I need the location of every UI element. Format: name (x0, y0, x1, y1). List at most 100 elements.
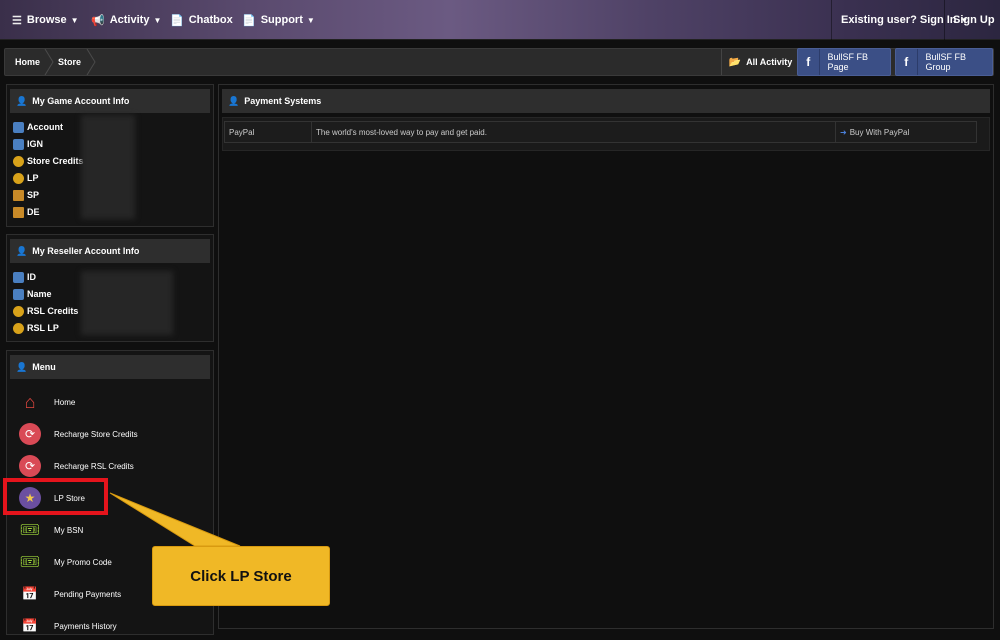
nav-divider (944, 0, 945, 40)
user-icon (13, 288, 24, 300)
browse-menu[interactable]: ☰ Browse ▼ (12, 0, 79, 40)
recharge-icon: ⟳ (19, 455, 41, 477)
coin-icon (13, 305, 24, 317)
breadcrumb-store[interactable]: Store (58, 49, 81, 75)
lp-row: LP (13, 170, 39, 186)
user-icon: 👤 (16, 361, 28, 372)
megaphone-icon: 📢 (91, 14, 105, 27)
coin-icon (13, 322, 24, 334)
payment-systems-title: Payment Systems (244, 96, 322, 106)
chatbox-label: Chatbox (188, 14, 233, 26)
reseller-account-panel: 👤 My Reseller Account Info ID Name RSL C… (6, 234, 214, 342)
calendar-icon: 📅 (21, 618, 39, 633)
id-row: ID (13, 269, 36, 285)
chatbox-link[interactable]: 📄 Chatbox (170, 0, 233, 40)
all-activity-button[interactable]: 📂 All Activity (721, 49, 799, 75)
panel-header: 👤 Menu (10, 355, 210, 379)
breadcrumb-separator-icon (44, 49, 54, 75)
buy-with-paypal-link[interactable]: ➜ Buy With PayPal (835, 122, 976, 142)
panel-header: 👤 My Reseller Account Info (10, 239, 210, 263)
breadcrumb-separator-icon (86, 49, 96, 75)
breadcrumb-home[interactable]: Home (15, 49, 40, 75)
redacted-values (81, 115, 135, 219)
fb-page-button[interactable]: f BullSF FB Page (797, 48, 891, 76)
arrow-right-icon: ➜ (840, 127, 847, 137)
breadcrumb-store-label: Store (58, 57, 82, 67)
main-content-panel: 👤 Payment Systems (218, 84, 994, 629)
menu-item-label: Recharge RSL Credits (54, 461, 134, 471)
fb-group-button[interactable]: f BullSF FB Group (895, 48, 993, 76)
nav-divider (831, 0, 832, 40)
game-account-panel: 👤 My Game Account Info Account IGN Store… (6, 84, 214, 227)
calendar-icon: 📅 (21, 586, 39, 601)
reseller-account-title: My Reseller Account Info (32, 246, 140, 256)
user-icon (13, 121, 24, 133)
rsl-credits-label: RSL Credits (27, 306, 79, 316)
game-account-title: My Game Account Info (32, 96, 130, 106)
menu-item-my-bsn[interactable]: 🎟 My BSN (19, 516, 84, 544)
facebook-icon: f (896, 49, 918, 75)
list-icon: ☰ (12, 14, 22, 27)
menu-item-label: Recharge Store Credits (54, 429, 138, 439)
chevron-down-icon: ▼ (70, 15, 79, 25)
menu-item-recharge-rsl-credits[interactable]: ⟳ Recharge RSL Credits (19, 452, 134, 480)
sp-label: SP (27, 190, 40, 200)
user-icon: 👤 (16, 95, 28, 106)
support-menu[interactable]: 📄 Support ▼ (242, 0, 315, 40)
sign-in-label: Existing user? Sign In (841, 14, 957, 26)
account-row: Account (13, 119, 63, 135)
menu-item-label: Home (54, 397, 76, 407)
panel-header: 👤 Payment Systems (222, 89, 990, 113)
payment-method-row: PayPal The world's most-loved way to pay… (224, 121, 977, 143)
name-label: Name (27, 289, 52, 299)
payment-method-name: PayPal (229, 127, 255, 137)
menu-item-label: My BSN (54, 525, 84, 535)
fb-group-label: BullSF FB Group (925, 52, 967, 72)
folder-icon: 📂 (728, 56, 742, 68)
store-credits-row: Store Credits (13, 153, 84, 169)
recharge-icon: ⟳ (19, 423, 41, 445)
activity-label: Activity (109, 14, 150, 26)
user-icon: 👤 (228, 95, 240, 106)
account-label: Account (27, 122, 63, 132)
gold-bars-icon (13, 206, 24, 218)
menu-item-label: Payments History (54, 621, 117, 631)
sign-up-link[interactable]: Sign Up (953, 0, 995, 40)
ticket-icon: 🎟 (19, 554, 41, 571)
house-icon: ⌂ (24, 391, 36, 412)
rsl-credits-row: RSL Credits (13, 303, 78, 319)
document-icon: 📄 (170, 14, 184, 27)
menu-item-pending-payments[interactable]: 📅 Pending Payments (19, 580, 121, 608)
id-label: ID (27, 272, 36, 282)
chevron-down-icon: ▼ (306, 15, 315, 25)
menu-item-label: Pending Payments (54, 589, 122, 599)
menu-item-my-promo-code[interactable]: 🎟 My Promo Code (19, 548, 112, 576)
menu-item-recharge-store-credits[interactable]: ⟳ Recharge Store Credits (19, 420, 138, 448)
coin-icon (13, 172, 24, 184)
user-icon: 👤 (16, 245, 28, 256)
document-icon: 📄 (242, 14, 256, 27)
user-icon (13, 271, 24, 283)
ticket-icon: 🎟 (19, 522, 41, 539)
de-label: DE (27, 207, 40, 217)
sign-in-menu[interactable]: Existing user? Sign In ▼ (841, 0, 968, 40)
panel-header: 👤 My Game Account Info (10, 89, 210, 113)
store-credits-label: Store Credits (27, 156, 84, 166)
coin-icon (13, 155, 24, 167)
callout-bubble: Click LP Store (152, 546, 330, 606)
ign-row: IGN (13, 136, 43, 152)
menu-title: Menu (32, 362, 56, 372)
de-row: DE (13, 204, 40, 220)
facebook-icon: f (798, 49, 820, 75)
name-row: Name (13, 286, 52, 302)
rsl-lp-row: RSL LP (13, 320, 59, 336)
menu-item-label: My Promo Code (54, 557, 112, 567)
browse-label: Browse (26, 14, 67, 26)
support-label: Support (260, 14, 303, 26)
fb-page-label: BullSF FB Page (827, 52, 869, 72)
menu-item-payments-history[interactable]: 📅 Payments History (19, 612, 117, 640)
ign-label: IGN (27, 139, 44, 149)
menu-item-home[interactable]: ⌂ Home (19, 388, 76, 416)
gold-bars-icon (13, 189, 24, 201)
activity-menu[interactable]: 📢 Activity ▼ (91, 0, 161, 40)
